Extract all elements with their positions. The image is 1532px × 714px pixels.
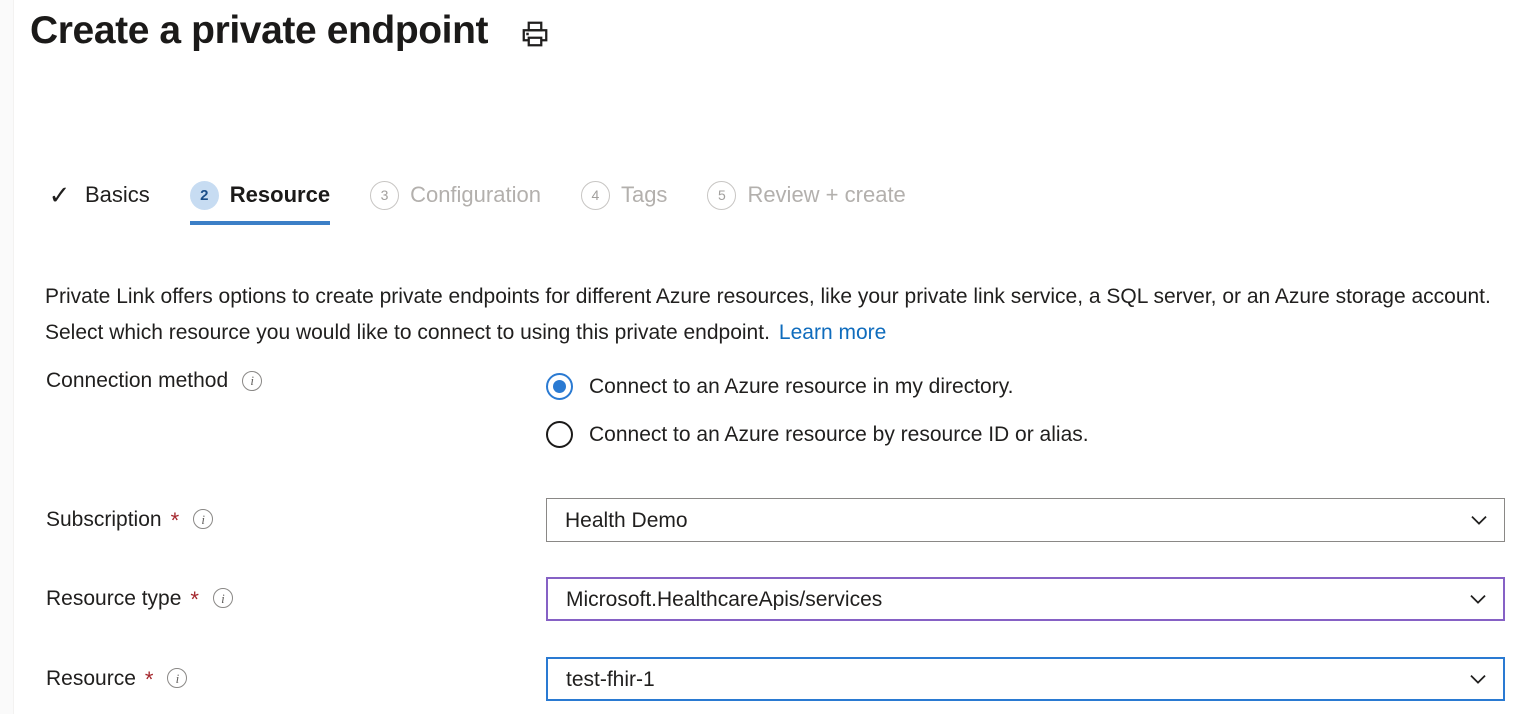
subscription-label-group: Subscription * i: [46, 498, 546, 530]
create-private-endpoint-page: Create a private endpoint ✓ Basics 2 Res…: [0, 0, 1532, 714]
tab-review-create-step-badge: 5: [707, 181, 736, 210]
tab-configuration[interactable]: 3 Configuration: [370, 172, 559, 218]
description-paragraph: Private Link offers options to create pr…: [45, 279, 1493, 351]
subscription-value: Health Demo: [565, 510, 688, 531]
tab-resource-step-badge: 2: [190, 181, 219, 210]
print-icon[interactable]: [520, 19, 550, 49]
tab-configuration-step-badge: 3: [370, 181, 399, 210]
radio-directory-mark[interactable]: [546, 373, 573, 400]
tab-tags-step-badge: 4: [581, 181, 610, 210]
wizard-tabs: ✓ Basics 2 Resource 3 Configuration 4 Ta…: [45, 172, 924, 228]
resource-type-value: Microsoft.HealthcareApis/services: [566, 589, 882, 610]
tab-tags[interactable]: 4 Tags: [581, 172, 685, 218]
resource-label: Resource: [46, 668, 136, 689]
resource-required-asterisk: *: [145, 669, 154, 691]
tab-configuration-label: Configuration: [410, 184, 541, 206]
tab-review-create[interactable]: 5 Review + create: [707, 172, 923, 218]
tab-tags-label: Tags: [621, 184, 667, 206]
info-icon[interactable]: i: [242, 371, 262, 391]
resource-type-dropdown[interactable]: Microsoft.HealthcareApis/services: [546, 577, 1505, 621]
tab-basics-label: Basics: [85, 184, 150, 206]
resource-value: test-fhir-1: [566, 669, 655, 690]
chevron-down-icon: [1468, 509, 1490, 531]
info-icon[interactable]: i: [193, 509, 213, 529]
subscription-dropdown[interactable]: Health Demo: [546, 498, 1505, 542]
resource-type-row: Resource type * i Microsoft.HealthcareAp…: [0, 577, 1532, 621]
info-icon[interactable]: i: [167, 668, 187, 688]
tab-review-create-label: Review + create: [747, 184, 905, 206]
tab-resource-underline: [190, 221, 330, 225]
tab-basics[interactable]: ✓ Basics: [45, 172, 168, 218]
description-text: Private Link offers options to create pr…: [45, 285, 1491, 344]
tab-basics-check-icon: ✓: [45, 181, 74, 210]
connection-method-radio-group: Connect to an Azure resource in my direc…: [546, 360, 1089, 458]
resource-form: Connection method i Connect to an Azure …: [0, 360, 1532, 701]
title-row: Create a private endpoint: [30, 10, 550, 53]
radio-resource-id-mark[interactable]: [546, 421, 573, 448]
chevron-down-icon: [1467, 588, 1489, 610]
tab-resource[interactable]: 2 Resource: [190, 172, 348, 218]
connection-method-row: Connection method i Connect to an Azure …: [0, 360, 1532, 458]
radio-directory-label: Connect to an Azure resource in my direc…: [589, 376, 1013, 397]
page-content: Create a private endpoint ✓ Basics 2 Res…: [0, 0, 1532, 714]
chevron-down-icon: [1467, 668, 1489, 690]
resource-row: Resource * i test-fhir-1: [0, 657, 1532, 701]
radio-resource-id-label: Connect to an Azure resource by resource…: [589, 424, 1089, 445]
connection-method-label-group: Connection method i: [46, 360, 546, 391]
tab-resource-label: Resource: [230, 184, 330, 206]
info-icon[interactable]: i: [213, 588, 233, 608]
subscription-row: Subscription * i Health Demo: [0, 498, 1532, 542]
page-title: Create a private endpoint: [30, 10, 488, 53]
radio-option-resource-id[interactable]: Connect to an Azure resource by resource…: [546, 410, 1089, 458]
resource-type-label: Resource type: [46, 588, 181, 609]
learn-more-link[interactable]: Learn more: [779, 321, 886, 344]
resource-dropdown[interactable]: test-fhir-1: [546, 657, 1505, 701]
resource-type-label-group: Resource type * i: [46, 577, 546, 609]
radio-option-directory[interactable]: Connect to an Azure resource in my direc…: [546, 362, 1089, 410]
resource-label-group: Resource * i: [46, 657, 546, 689]
subscription-required-asterisk: *: [171, 510, 180, 532]
resource-type-required-asterisk: *: [190, 589, 199, 611]
connection-method-label: Connection method: [46, 370, 228, 391]
subscription-label: Subscription: [46, 509, 162, 530]
